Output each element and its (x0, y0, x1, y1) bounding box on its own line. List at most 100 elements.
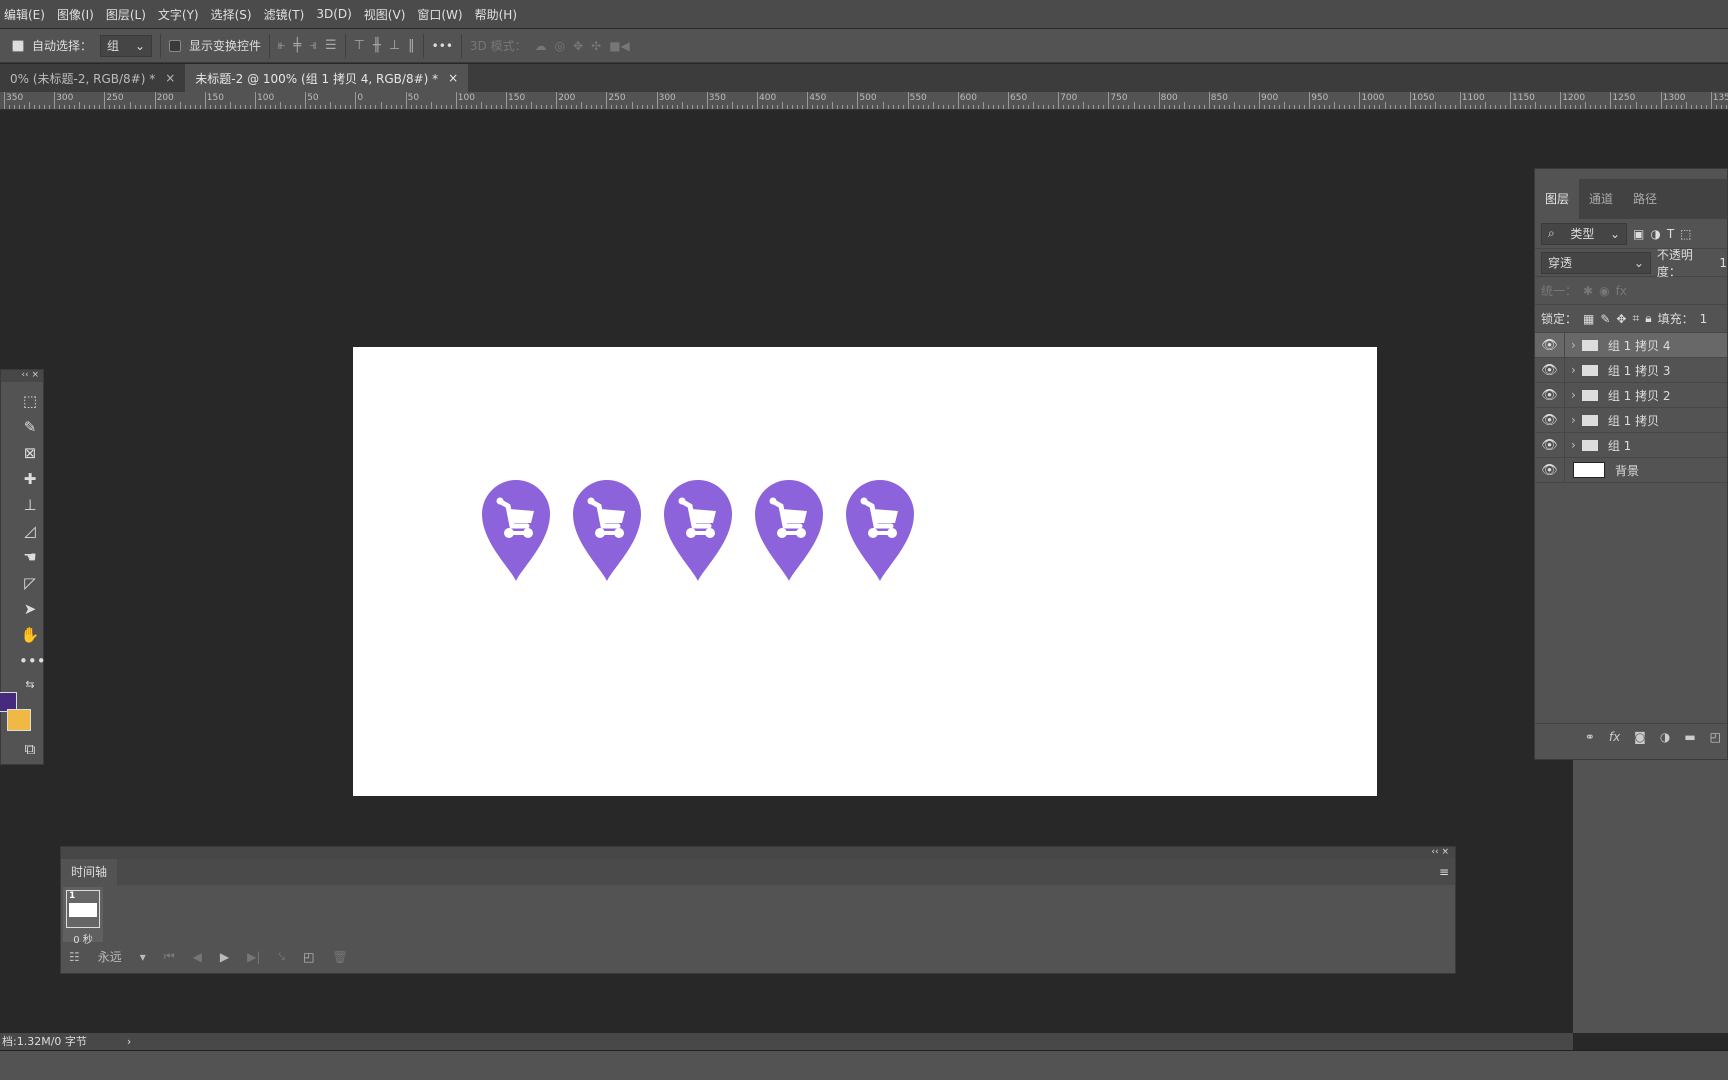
blend-mode-dropdown[interactable]: 穿透 ⌄ (1541, 251, 1651, 274)
layer-row[interactable]: 👁︎ › 组 1 拷贝 4 (1535, 332, 1727, 358)
expand-chevron-icon[interactable]: › (1571, 363, 1576, 377)
more-button[interactable]: ••• (432, 39, 453, 53)
expand-chevron-icon[interactable]: › (1571, 438, 1576, 452)
marquee-tool-icon[interactable]: ⬚ (19, 390, 41, 412)
eraser-tool-icon[interactable]: ◿ (19, 520, 41, 542)
delete-frame-icon[interactable]: 🗑︎ (332, 950, 347, 964)
menu-item[interactable]: 图像(I) (53, 6, 102, 23)
menu-item[interactable]: 编辑(E) (0, 6, 53, 23)
menu-item[interactable]: 选择(S) (207, 6, 260, 23)
lock-all-icon[interactable]: 🔒︎ (1645, 311, 1651, 326)
distribute-icon[interactable]: ☰ (325, 38, 337, 53)
shopping-cart-pin-icon[interactable] (664, 480, 732, 582)
menu-item[interactable]: 3D(D) (312, 7, 359, 21)
convert-timeline-icon[interactable]: ☷ (69, 950, 80, 964)
auto-select-dropdown[interactable]: 组 ⌄ (100, 34, 153, 57)
previous-frame-icon[interactable]: ◀ (193, 950, 202, 964)
swap-colors-icon[interactable]: ⇆ (19, 674, 41, 696)
adjustment-icon[interactable]: ◑ (1660, 730, 1670, 744)
lock-position-icon[interactable]: ✥ (1616, 312, 1626, 326)
play-icon[interactable]: ▶ (220, 950, 229, 964)
menu-item[interactable]: 文字(Y) (154, 6, 207, 23)
menu-item[interactable]: 视图(V) (360, 6, 414, 23)
status-expand-icon[interactable]: › (127, 1035, 131, 1048)
dropdown-arrow-icon[interactable]: ▾ (140, 950, 146, 964)
menu-item[interactable]: 图层(L) (102, 6, 154, 23)
new-layer-icon[interactable]: ◰ (1710, 730, 1721, 744)
menu-item[interactable]: 帮助(H) (471, 6, 525, 23)
close-icon[interactable]: × (448, 71, 458, 85)
menu-item[interactable]: 滤镜(T) (260, 6, 313, 23)
screen-mode-icon[interactable]: ⧉ (19, 738, 41, 760)
visibility-eye-icon[interactable]: 👁︎ (1535, 432, 1565, 458)
layer-row[interactable]: 👁︎ 背景 (1535, 457, 1727, 483)
tab-document-2[interactable]: 未标题-2 @ 100% (组 1 拷贝 4, RGB/8#) * × (185, 64, 469, 92)
distribute-vertical-icon[interactable]: ‖ (408, 38, 415, 53)
visibility-eye-icon[interactable]: 👁︎ (1535, 457, 1565, 483)
shopping-cart-pin-icon[interactable] (846, 480, 914, 582)
3d-camera-icon[interactable]: ■◀ (609, 39, 630, 53)
tab-document-1[interactable]: 0% (未标题-2, RGB/8#) * × (0, 64, 185, 92)
lock-artboard-icon[interactable]: ⌗ (1632, 311, 1639, 326)
frame-tool-icon[interactable]: ⊠ (19, 442, 41, 464)
layer-row[interactable]: 👁︎ › 组 1 拷贝 3 (1535, 357, 1727, 383)
horizontal-ruler[interactable]: 350 300 250 200 150 100 50 0 50 100 150 200 250 300 35… (0, 92, 1728, 110)
direct-select-icon[interactable]: ➤ (19, 598, 41, 620)
close-icon[interactable]: × (165, 71, 175, 85)
smudge-tool-icon[interactable]: ☚ (19, 546, 41, 568)
first-frame-icon[interactable]: ⏮ (164, 949, 175, 964)
fx-icon[interactable]: fx (1609, 730, 1620, 744)
align-vcenter-icon[interactable]: ╫ (373, 38, 381, 53)
adjustment-filter-icon[interactable]: ◑ (1650, 227, 1660, 241)
layer-row[interactable]: 👁︎ › 组 1 (1535, 432, 1727, 458)
layer-row[interactable]: 👁︎ › 组 1 拷贝 2 (1535, 382, 1727, 408)
tab-channels[interactable]: 通道 (1579, 179, 1623, 219)
expand-chevron-icon[interactable]: › (1571, 413, 1576, 427)
mask-icon[interactable]: ◙ (1634, 730, 1646, 744)
quick-select-tool-icon[interactable]: ✎ (19, 416, 41, 438)
image-filter-icon[interactable]: ▣ (1633, 227, 1644, 241)
shape-filter-icon[interactable]: ⬚ (1680, 227, 1691, 241)
link-icon[interactable]: ⚭ (1585, 730, 1595, 744)
align-top-icon[interactable]: ⊤ (354, 38, 365, 53)
shopping-cart-pin-icon[interactable] (755, 480, 823, 582)
path-select-icon[interactable]: ◸ (19, 572, 41, 594)
opacity-input[interactable]: 1 (1719, 256, 1727, 270)
3d-roll-icon[interactable]: ◎ (555, 39, 565, 53)
tab-timeline[interactable]: 时间轴 (61, 859, 118, 885)
duplicate-frame-icon[interactable]: ◰ (303, 950, 314, 964)
lock-paint-icon[interactable]: ✎ (1600, 312, 1610, 326)
panel-menu-icon[interactable]: ≡ (1439, 865, 1455, 879)
auto-select-checkbox[interactable] (12, 39, 24, 52)
expand-chevron-icon[interactable]: › (1571, 388, 1576, 402)
align-hcenter-icon[interactable]: ╪ (293, 38, 301, 53)
visibility-eye-icon[interactable]: 👁︎ (1535, 332, 1565, 358)
3d-slide-icon[interactable]: ✣ (591, 39, 601, 53)
healing-brush-icon[interactable]: ✚ (19, 468, 41, 490)
3d-pan-icon[interactable]: ✥ (573, 39, 583, 53)
align-right-icon[interactable]: ⫣ (309, 38, 317, 53)
type-filter-icon[interactable]: T (1667, 227, 1674, 241)
shopping-cart-pin-icon[interactable] (573, 480, 641, 582)
shopping-cart-pin-icon[interactable] (482, 480, 550, 582)
document-canvas[interactable] (353, 347, 1377, 796)
tab-layers[interactable]: 图层 (1535, 179, 1580, 219)
background-color-swatch[interactable] (7, 709, 31, 731)
hand-tool-icon[interactable]: ✋ (19, 624, 41, 646)
unify-style-icon[interactable]: fx (1616, 284, 1627, 298)
next-frame-icon[interactable]: ▶| (247, 950, 260, 964)
expand-chevron-icon[interactable]: › (1571, 338, 1576, 352)
3d-orbit-icon[interactable]: ☁ (535, 39, 547, 53)
unify-position-icon[interactable]: ✱ (1583, 284, 1593, 298)
layer-filter-dropdown[interactable]: ⌕ 类型 ⌄ (1541, 222, 1627, 245)
align-bottom-icon[interactable]: ⊥ (389, 38, 400, 53)
stamp-tool-icon[interactable]: ⊥ (19, 494, 41, 516)
visibility-eye-icon[interactable]: 👁︎ (1535, 407, 1565, 433)
tween-icon[interactable]: ⤥ (278, 949, 285, 964)
layer-row[interactable]: 👁︎ › 组 1 拷贝 (1535, 407, 1727, 433)
more-tools-icon[interactable]: ••• (19, 650, 46, 672)
menu-item[interactable]: 窗口(W) (413, 6, 470, 23)
unify-visibility-icon[interactable]: ◉ (1599, 284, 1609, 298)
new-group-icon[interactable]: ▬ (1684, 730, 1695, 744)
frame-1[interactable]: 1 0 秒 (63, 887, 103, 946)
